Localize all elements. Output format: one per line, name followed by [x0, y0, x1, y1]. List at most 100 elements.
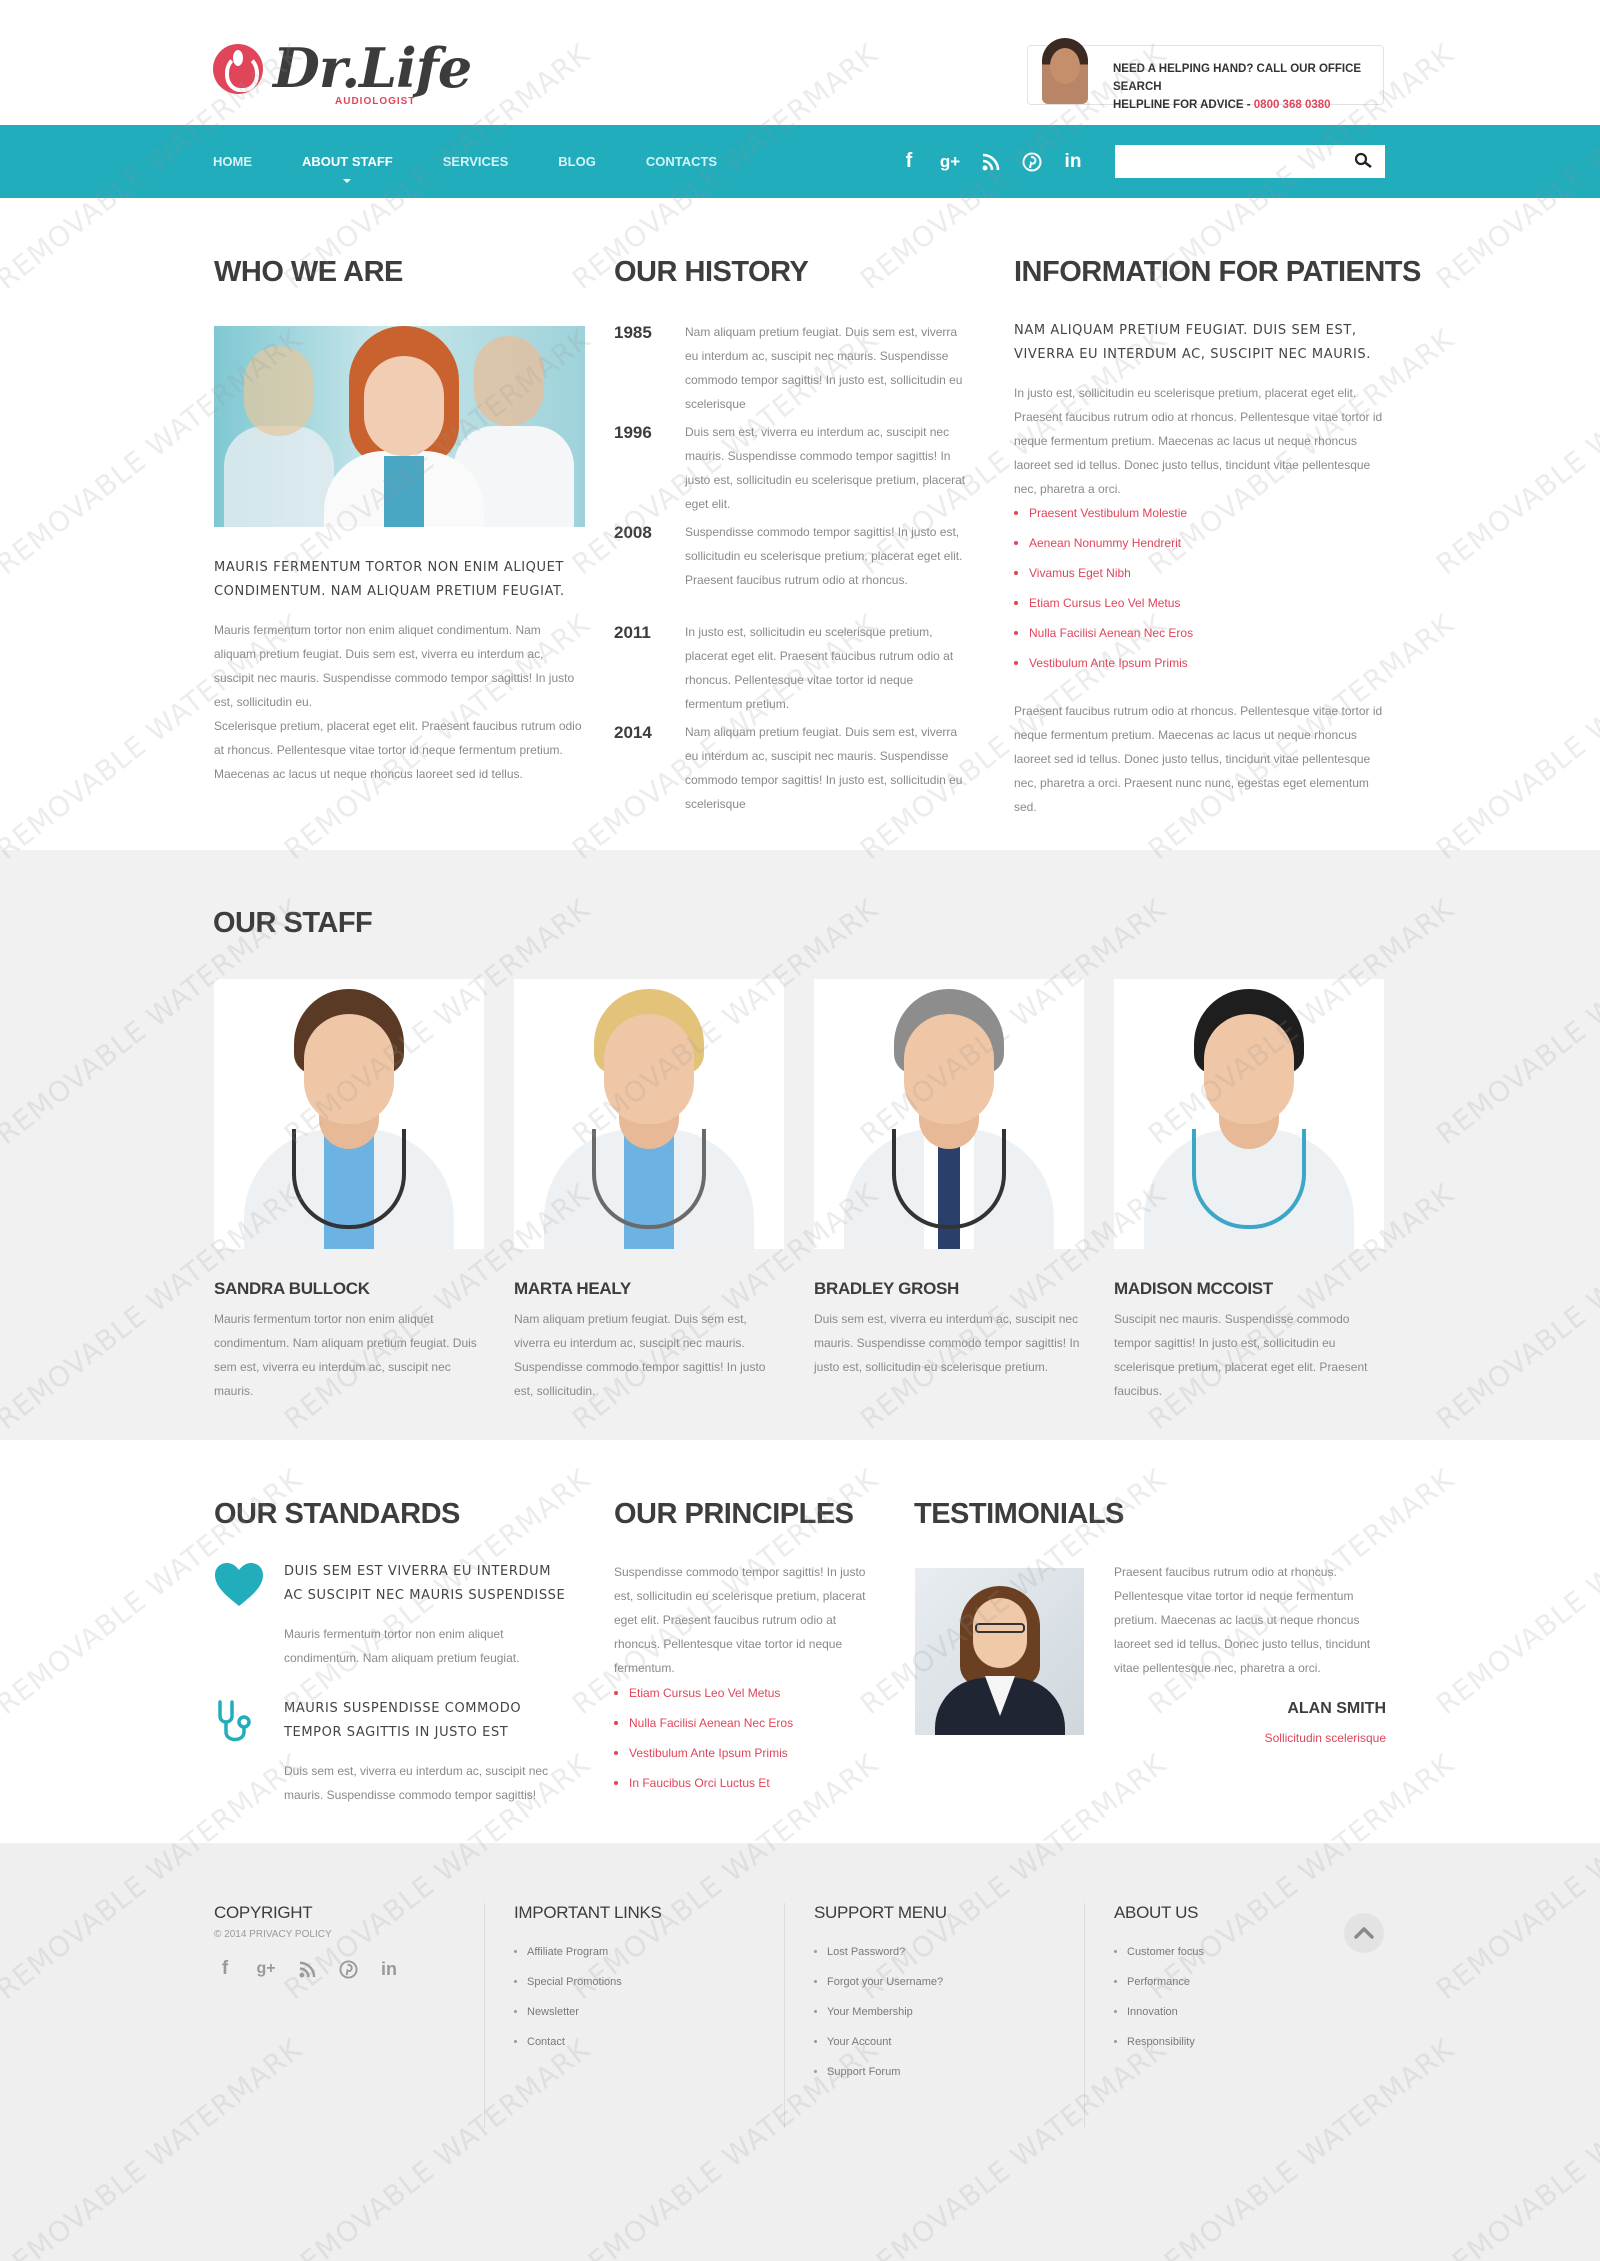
footer-link[interactable]: Special Promotions: [514, 1967, 662, 1997]
list-item[interactable]: Aenean Nonummy Hendrerit: [1014, 528, 1193, 558]
watermark-text: REMOVABLE WATERMARK: [1430, 1462, 1600, 1722]
rose-logo-icon: [213, 44, 263, 94]
history-text: Nam aliquam pretium feugiat. Duis sem es…: [685, 325, 963, 411]
footer-link[interactable]: Performance: [1114, 1967, 1204, 1997]
footer-support-menu: SUPPORT MENU Lost Password? Forgot your …: [814, 1903, 947, 2087]
logo[interactable]: Dr.Life AUDIOLOGIST: [213, 40, 472, 107]
facebook-icon[interactable]: f: [214, 1958, 236, 1980]
standard-title: DUIS SEM EST VIVERRA EU INTERDUM AC SUSC…: [284, 1564, 566, 1603]
staff-bio: Mauris fermentum tortor non enim aliquet…: [214, 1312, 477, 1398]
history-text: Duis sem est, viverra eu interdum ac, su…: [685, 425, 966, 511]
footer-link[interactable]: Innovation: [1114, 1997, 1204, 2027]
staff-name: MARTA HEALY: [514, 1279, 631, 1298]
list-item[interactable]: Nulla Facilisi Aenean Nec Eros: [614, 1708, 793, 1738]
watermark-text: REMOVABLE WATERMARK: [1430, 607, 1600, 867]
patients-paragraph-1: In justo est, sollicitudin eu scelerisqu…: [1014, 386, 1383, 496]
footer-divider: [784, 1903, 785, 2128]
footer-about-us: ABOUT US Customer focus Performance Inno…: [1114, 1903, 1204, 2057]
nav-item-blog[interactable]: BLOG: [558, 154, 596, 169]
page: Dr.Life AUDIOLOGIST NEED A HELPING HAND?…: [0, 0, 1600, 2261]
search-icon[interactable]: [1352, 151, 1376, 171]
footer-title: SUPPORT MENU: [814, 1903, 947, 1922]
patients-paragraph-2: Praesent faucibus rutrum odio at rhoncus…: [1014, 704, 1383, 814]
list-item[interactable]: Praesent Vestibulum Molestie: [1014, 498, 1193, 528]
staff-bio: Suscipit nec mauris. Suspendisse commodo…: [1114, 1312, 1368, 1398]
nav-item-contacts[interactable]: CONTACTS: [646, 154, 717, 169]
history-text: Nam aliquam pretium feugiat. Duis sem es…: [685, 725, 963, 811]
footer-link[interactable]: Affiliate Program: [514, 1937, 662, 1967]
linkedin-icon[interactable]: in: [378, 1958, 400, 1980]
standards-title: OUR STANDARDS: [214, 1498, 460, 1530]
copyright-text[interactable]: © 2014 PRIVACY POLICY: [214, 1929, 419, 1940]
history-year: 1985: [614, 323, 652, 342]
heart-icon: [214, 1562, 264, 1612]
nav-menu: HOME ABOUT STAFF SERVICES BLOG CONTACTS: [213, 125, 767, 198]
footer-social: f g+ in: [214, 1958, 419, 1980]
standard-text: Duis sem est, viverra eu interdum ac, su…: [284, 1764, 549, 1802]
history-year: 2008: [614, 523, 652, 542]
history-year: 2011: [614, 623, 651, 642]
list-item[interactable]: Vestibulum Ante Ipsum Primis: [614, 1738, 793, 1768]
search-input[interactable]: [1115, 145, 1345, 178]
staff-photo: [814, 979, 1084, 1249]
standard-title: MAURIS SUSPENDISSE COMMODO TEMPOR SAGITT…: [284, 1701, 522, 1740]
chevron-up-icon: [1354, 1927, 1374, 1939]
logo-tagline: AUDIOLOGIST: [335, 96, 416, 107]
staff-photo: [514, 979, 784, 1249]
footer-link[interactable]: Customer focus: [1114, 1937, 1204, 1967]
history-title: OUR HISTORY: [614, 256, 809, 288]
google-plus-icon[interactable]: g+: [255, 1958, 277, 1980]
rss-icon[interactable]: [296, 1958, 318, 1980]
search-box: [1115, 145, 1385, 178]
footer-link[interactable]: Newsletter: [514, 1997, 662, 2027]
pinterest-icon[interactable]: [337, 1958, 359, 1980]
list-item[interactable]: Etiam Cursus Leo Vel Metus: [1014, 588, 1193, 618]
principles-title: OUR PRINCIPLES: [614, 1498, 854, 1530]
testimonial-role: Sollicitudin scelerisque: [1264, 1731, 1386, 1745]
who-paragraph-2: Scelerisque pretium, placerat eget elit.…: [214, 719, 582, 781]
helpline-phone[interactable]: 0800 368 0380: [1254, 99, 1331, 111]
staff-photo: [1114, 979, 1384, 1249]
footer-link[interactable]: Lost Password?: [814, 1937, 947, 1967]
list-item[interactable]: Etiam Cursus Leo Vel Metus: [614, 1678, 793, 1708]
google-plus-icon[interactable]: g+: [939, 151, 961, 173]
staff-title: OUR STAFF: [213, 907, 373, 939]
testimonials-title: TESTIMONIALS: [914, 1498, 1124, 1530]
stethoscope-icon: [214, 1698, 264, 1748]
nav-item-about-staff[interactable]: ABOUT STAFF: [302, 154, 393, 183]
list-item[interactable]: In Faucibus Orci Luctus Et: [614, 1768, 793, 1798]
footer-important-links: IMPORTANT LINKS Affiliate Program Specia…: [514, 1903, 662, 2057]
pinterest-icon[interactable]: [1021, 151, 1043, 173]
footer-title: IMPORTANT LINKS: [514, 1903, 662, 1922]
staff-bio: Nam aliquam pretium feugiat. Duis sem es…: [514, 1312, 766, 1398]
standard-text: Mauris fermentum tortor non enim aliquet…: [284, 1627, 520, 1665]
footer-divider: [1084, 1903, 1085, 2128]
footer-link[interactable]: Responsibility: [1114, 2027, 1204, 2057]
facebook-icon[interactable]: f: [898, 150, 920, 173]
staff-card[interactable]: BRADLEY GROSH Duis sem est, viverra eu i…: [814, 979, 1084, 1379]
footer-link[interactable]: Contact: [514, 2027, 662, 2057]
footer-link[interactable]: Your Membership: [814, 1997, 947, 2027]
staff-card[interactable]: MARTA HEALY Nam aliquam pretium feugiat.…: [514, 979, 784, 1403]
scroll-to-top-button[interactable]: [1344, 1913, 1384, 1953]
history-text: In justo est, sollicitudin eu scelerisqu…: [685, 625, 954, 711]
nav-item-home[interactable]: HOME: [213, 154, 252, 169]
list-item[interactable]: Vivamus Eget Nibh: [1014, 558, 1193, 588]
patients-lead: NAM ALIQUAM PRETIUM FEUGIAT. DUIS SEM ES…: [1014, 323, 1371, 362]
footer-link[interactable]: Your Account: [814, 2027, 947, 2057]
footer-link[interactable]: Support Forum: [814, 2057, 947, 2087]
operator-avatar: [1042, 38, 1088, 104]
list-item[interactable]: Nulla Facilisi Aenean Nec Eros: [1014, 618, 1193, 648]
principles-text: Suspendisse commodo tempor sagittis! In …: [614, 1565, 866, 1675]
patients-links: Praesent Vestibulum Molestie Aenean Nonu…: [1014, 498, 1193, 678]
list-item[interactable]: Vestibulum Ante Ipsum Primis: [1014, 648, 1193, 678]
linkedin-icon[interactable]: in: [1062, 151, 1084, 173]
nav-item-services[interactable]: SERVICES: [443, 154, 509, 169]
testimonial-quote: Praesent faucibus rutrum odio at rhoncus…: [1114, 1565, 1371, 1675]
rss-icon[interactable]: [980, 151, 1002, 173]
testimonial-photo: [915, 1568, 1084, 1735]
helpline-line2: HELPLINE FOR ADVICE -: [1113, 99, 1254, 111]
staff-card[interactable]: MADISON MCCOIST Suscipit nec mauris. Sus…: [1114, 979, 1384, 1403]
staff-card[interactable]: SANDRA BULLOCK Mauris fermentum tortor n…: [214, 979, 484, 1403]
footer-link[interactable]: Forgot your Username?: [814, 1967, 947, 1997]
